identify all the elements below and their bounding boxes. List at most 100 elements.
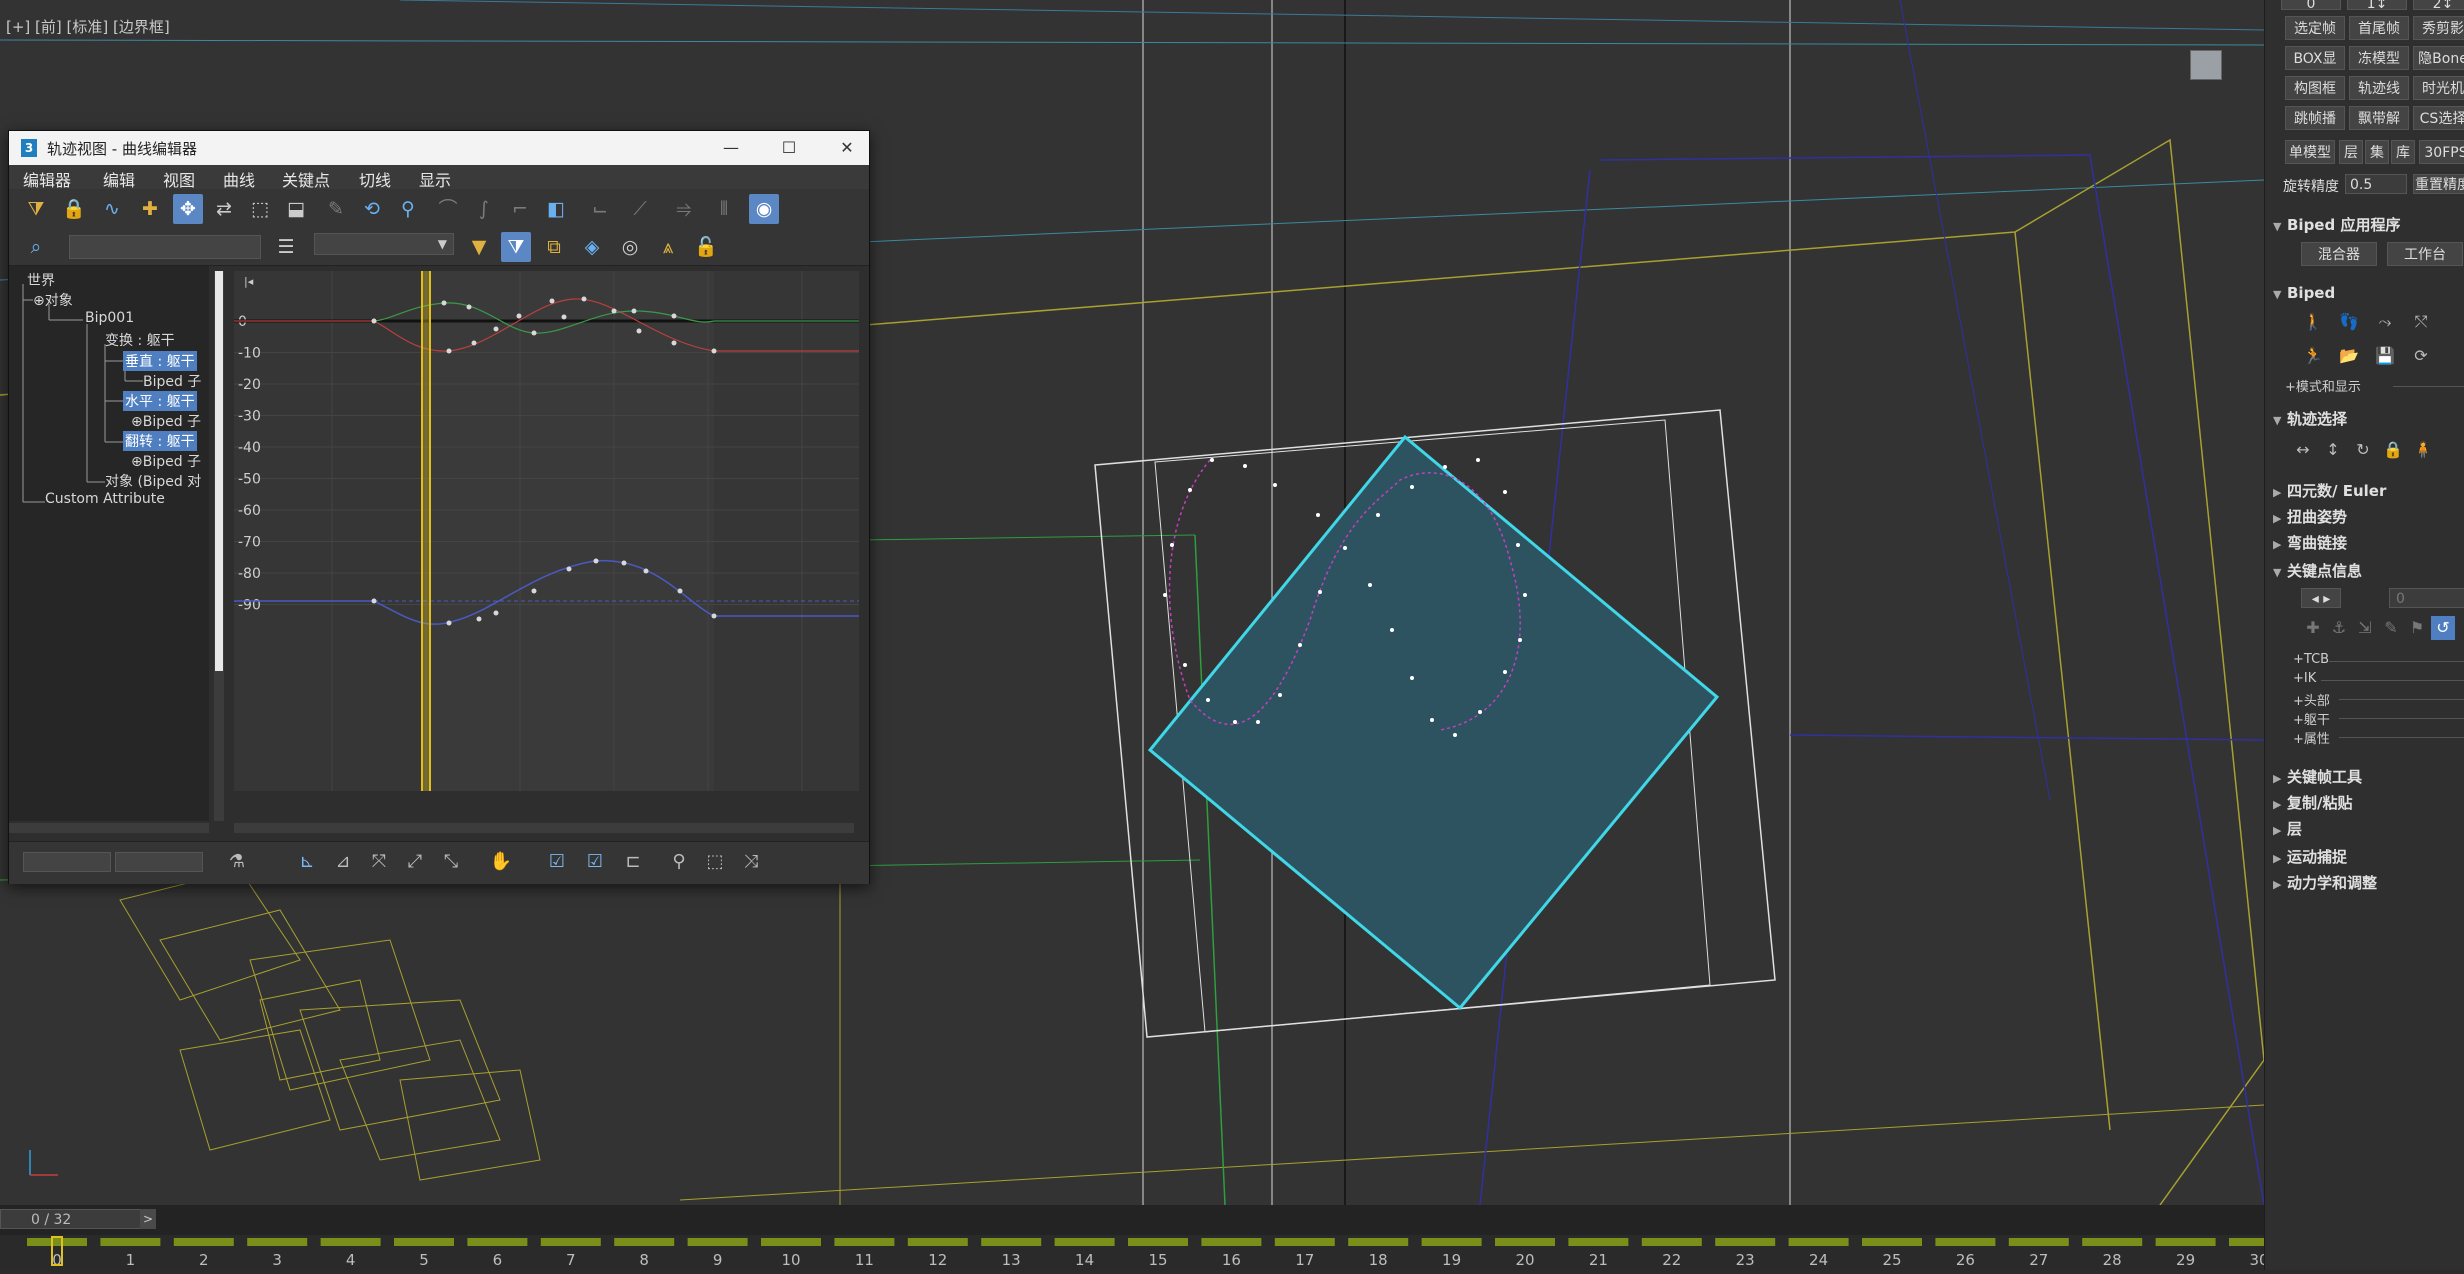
- quick-btn-silhouette[interactable]: 秀剪影: [2413, 16, 2464, 40]
- quick-btn-trajectory[interactable]: 轨迹线: [2349, 76, 2409, 100]
- value-field[interactable]: [115, 852, 203, 872]
- figure-mode-icon[interactable]: 🚶: [2301, 310, 2325, 334]
- tangent-auto-icon[interactable]: ⌒: [433, 194, 463, 224]
- trackbar-key-segment[interactable]: [100, 1238, 161, 1246]
- trackbar-key-segment[interactable]: [1201, 1238, 1262, 1246]
- trackbar-key-segment[interactable]: [320, 1238, 381, 1246]
- trackbar-key-segment[interactable]: [2229, 1238, 2289, 1246]
- layer-filter-icon[interactable]: ▼: [464, 232, 494, 262]
- trackbar-key-segment[interactable]: [540, 1238, 601, 1246]
- unify-tangents-icon[interactable]: ⫴: [709, 194, 739, 224]
- trackbar-key-segment[interactable]: [2008, 1238, 2069, 1246]
- key-nav-arrows[interactable]: ◂ ▸: [2301, 588, 2341, 608]
- curve-graph[interactable]: 0-10-20-30-40-50-60-70-80-90 -1001020304…: [234, 271, 859, 811]
- trackbar-key-segment[interactable]: [1935, 1238, 1996, 1246]
- layers-list-icon[interactable]: ☰: [271, 232, 301, 262]
- set-planted-key-icon[interactable]: ⚓: [2327, 616, 2351, 640]
- top-field-1[interactable]: 1↕: [2347, 0, 2407, 10]
- layer-add-icon[interactable]: ⧉: [539, 232, 569, 262]
- lock-icon[interactable]: 🔒: [59, 194, 89, 224]
- tangent-step-icon[interactable]: ⌙: [585, 194, 615, 224]
- rollout-biped-app[interactable]: ▼ Biped 应用程序: [2273, 214, 2400, 235]
- trackbar-key-segment[interactable]: [1495, 1238, 1555, 1246]
- quick-btn-box-display[interactable]: BOX显: [2285, 46, 2345, 70]
- snap-frames-icon[interactable]: ⚲: [393, 194, 423, 224]
- rollout-dynamics[interactable]: ▶ 动力学和调整: [2273, 872, 2377, 893]
- menu-view[interactable]: 视图: [163, 167, 195, 191]
- move-keys-icon[interactable]: ✥: [173, 194, 203, 224]
- top-field-2[interactable]: 2↕: [2413, 0, 2464, 10]
- trackbar-key-segment[interactable]: [2155, 1238, 2216, 1246]
- window-titlebar[interactable]: 3 轨迹视图 - 曲线编辑器 — ☐ ✕: [9, 131, 869, 165]
- graph-corner-icon[interactable]: |◂: [244, 275, 253, 288]
- biped-playback-icon[interactable]: 🏃: [2301, 344, 2325, 368]
- quick-btn-hide-bone[interactable]: 隐Bone: [2413, 46, 2464, 70]
- rollout-motion-capture[interactable]: ▶ 运动捕捉: [2273, 846, 2347, 867]
- draw-curves-icon[interactable]: ✎: [321, 194, 351, 224]
- maximize-button[interactable]: ☐: [769, 131, 809, 165]
- trackbar-key-segment[interactable]: [761, 1238, 821, 1246]
- zoom-extents-icon[interactable]: ⤧: [365, 848, 393, 876]
- body-vertical-icon[interactable]: ↕: [2321, 438, 2345, 462]
- reduce-keys-icon[interactable]: ⟲: [357, 194, 387, 224]
- top-field-0[interactable]: 0: [2281, 0, 2341, 10]
- rollout-copy-paste[interactable]: ▶ 复制/粘贴: [2273, 792, 2352, 813]
- workbench-button[interactable]: 工作台: [2387, 242, 2463, 266]
- tangent-linear-icon[interactable]: ⟋: [625, 194, 655, 224]
- scale-keys-icon[interactable]: ⬚: [245, 194, 275, 224]
- load-file-icon[interactable]: 📂: [2337, 344, 2361, 368]
- menu-keys[interactable]: 关键点: [282, 167, 330, 191]
- save-file-icon[interactable]: 💾: [2373, 344, 2397, 368]
- mixer-mode-icon[interactable]: ⤲: [2409, 310, 2433, 334]
- quick-btn-freeze-model[interactable]: 冻模型: [2349, 46, 2409, 70]
- zoom-region-small-icon[interactable]: ⊏: [619, 848, 647, 876]
- trackbar-key-segment[interactable]: [467, 1238, 528, 1246]
- quick-btn-cs-select[interactable]: CS选择: [2413, 106, 2464, 130]
- anchor-icon[interactable]: ⚑: [2405, 616, 2429, 640]
- frame-selection-icon[interactable]: ⤢: [401, 848, 429, 876]
- trackbar-key-segment[interactable]: [981, 1238, 1042, 1246]
- zoom-search-icon[interactable]: ⌕: [21, 232, 51, 262]
- zoom-icon[interactable]: ⚲: [665, 848, 693, 876]
- key-info-ik[interactable]: +IK: [2293, 671, 2316, 686]
- filter-icon[interactable]: ⧩: [21, 194, 51, 224]
- frame-value-extents-icon[interactable]: ⊿: [329, 848, 357, 876]
- rollout-key-info[interactable]: ▼ 关键点信息: [2273, 560, 2362, 581]
- mode-display-label[interactable]: +模式和显示: [2285, 376, 2361, 395]
- graph-horizontal-scrollbar[interactable]: [234, 823, 854, 833]
- trackbar-key-segment[interactable]: [907, 1238, 968, 1246]
- menu-curves[interactable]: 曲线: [223, 167, 255, 191]
- quick-btn-frame-guide[interactable]: 构图框: [2285, 76, 2345, 100]
- layer-active-icon[interactable]: ⧩: [501, 232, 531, 262]
- convert-icon[interactable]: ⟳: [2409, 344, 2433, 368]
- quick-btn-30fps[interactable]: 30FPS: [2419, 140, 2464, 164]
- menu-display[interactable]: 显示: [419, 167, 451, 191]
- trackbar-key-segment[interactable]: [1348, 1238, 1409, 1246]
- frame-field[interactable]: [23, 852, 111, 872]
- trackbar[interactable]: 0 1 2 3 4 5 6 7 8 9 10 11 12 13 14 15 16 17 18 19 20 21 22 23 24…: [0, 1235, 2464, 1270]
- layer-collapse-icon[interactable]: ⩓: [653, 232, 683, 262]
- rollout-bend-links[interactable]: ▶ 弯曲链接: [2273, 532, 2347, 553]
- trackbar-key-segment[interactable]: [834, 1238, 895, 1246]
- trackbar-key-segment[interactable]: [1641, 1238, 1702, 1246]
- rollout-quaternion-euler[interactable]: ▶ 四元数/ Euler: [2273, 480, 2386, 501]
- set-sliding-key-icon[interactable]: ⇲: [2353, 616, 2377, 640]
- motion-flow-icon[interactable]: ⤳: [2373, 310, 2397, 334]
- key-info-head[interactable]: +头部: [2293, 690, 2330, 709]
- pan-hand-icon[interactable]: ✋: [487, 848, 515, 876]
- viewport-label[interactable]: [+] [前] [标准] [边界框]: [6, 16, 170, 37]
- trackbar-key-segment[interactable]: [247, 1238, 308, 1246]
- trackbar-key-segment[interactable]: [614, 1238, 675, 1246]
- body-rotation-icon[interactable]: ↻: [2351, 438, 2375, 462]
- footstep-mode-icon[interactable]: 👣: [2337, 310, 2361, 334]
- time-slider[interactable]: 0 / 32: [0, 1209, 156, 1229]
- time-slider-next-button[interactable]: >: [140, 1209, 156, 1229]
- menu-editor[interactable]: 编辑器: [23, 167, 71, 191]
- minimize-button[interactable]: —: [711, 131, 751, 165]
- trackbar-key-segment[interactable]: [27, 1238, 87, 1246]
- trackbar-key-segment[interactable]: [1715, 1238, 1776, 1246]
- layer-weight-icon[interactable]: ◎: [615, 232, 645, 262]
- tangent-slow-icon[interactable]: ◧: [541, 194, 571, 224]
- quick-btn-selected-frames[interactable]: 选定帧: [2285, 16, 2345, 40]
- lock-com-icon[interactable]: 🔒: [2381, 438, 2405, 462]
